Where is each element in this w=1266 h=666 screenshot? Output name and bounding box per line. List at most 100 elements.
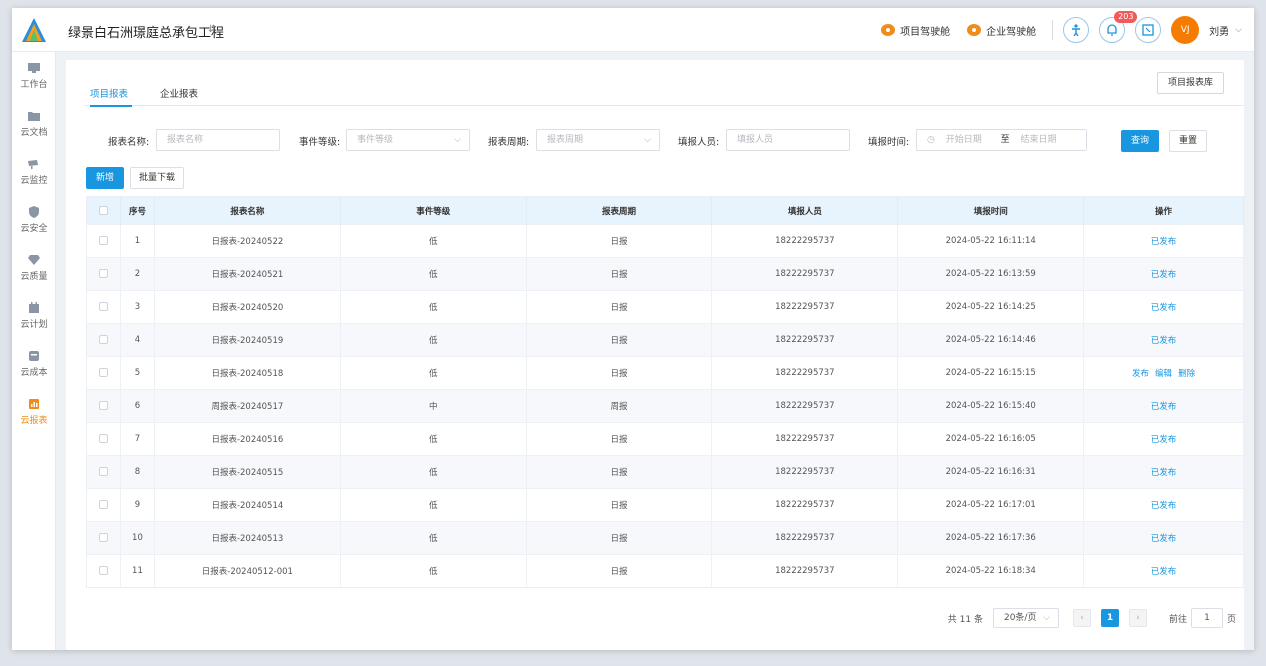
filler-input[interactable]: 填报人员 [726,129,850,151]
accessibility-button[interactable] [1063,17,1090,43]
clock-icon: ◷ [927,135,935,145]
cell-name: 日报表-20240514 [154,488,341,522]
edit-link[interactable]: 编辑 [1155,369,1172,379]
reset-button[interactable]: 重置 [1169,130,1207,152]
row-checkbox[interactable] [98,500,108,509]
row-checkbox[interactable] [98,302,108,311]
cell-period: 日报 [526,257,713,291]
published-link[interactable]: 已发布 [1151,336,1177,346]
project-cockpit-link[interactable]: 项目驾驶舱 [880,23,950,38]
company-cockpit-link[interactable]: 企业驾驶舱 [966,23,1036,38]
report-icon [29,399,39,409]
goto-page-input[interactable]: 1 [1190,608,1223,628]
publish-link[interactable]: 发布 [1132,369,1149,379]
table-row[interactable]: 3 日报表-20240520 低日报 18222295737 2024-05-22 16… [86,290,1244,324]
add-button[interactable]: 新增 [86,167,124,189]
row-checkbox[interactable] [98,467,108,476]
sidebar-item-documents[interactable]: 云文档 [12,100,56,148]
sidebar-item-workbench[interactable]: 工作台 [12,52,56,100]
published-link[interactable]: 已发布 [1151,501,1177,511]
swap-icon[interactable]: ⇵ [208,24,216,35]
published-link[interactable]: 已发布 [1151,567,1177,577]
row-checkbox[interactable] [98,236,108,245]
published-link[interactable]: 已发布 [1151,534,1177,544]
sidebar-item-quality[interactable]: 云质量 [12,244,56,292]
published-link[interactable]: 已发布 [1151,237,1177,247]
row-checkbox[interactable] [98,434,108,443]
date-range-picker[interactable]: ◷ 开始日期 至 结束日期 [916,129,1087,151]
prev-page-button[interactable]: ‹ [1072,609,1091,627]
published-link[interactable]: 已发布 [1151,402,1177,412]
published-link[interactable]: 已发布 [1151,303,1177,313]
sidebar-item-label: 工作台 [20,80,48,90]
cell-filler: 18222295737 [711,554,899,588]
sidebar-item-cost[interactable]: 云成本 [12,340,56,388]
row-checkbox[interactable] [98,533,108,542]
row-select-cell [86,257,121,291]
cell-period: 日报 [526,488,713,522]
chevron-down-icon[interactable]: ⌵ [1235,25,1242,35]
chevron-down-icon: ⌵ [1043,613,1050,623]
next-page-button[interactable]: › [1128,609,1147,627]
notification-button[interactable]: 203 [1099,11,1138,43]
report-name-input[interactable]: 报表名称 [156,129,280,151]
sidebar-item-safety[interactable]: 云安全 [12,196,56,244]
folder-icon [28,112,40,121]
select-all-checkbox[interactable] [98,205,108,215]
notification-badge: 203 [1114,11,1138,23]
table-row[interactable]: 9 日报表-20240514 低日报 18222295737 2024-05-22 16… [86,488,1244,522]
published-link[interactable]: 已发布 [1151,435,1177,445]
bell-icon [1107,24,1117,36]
table-row[interactable]: 1 日报表-20240522 低日报 18222295737 2024-05-22 16… [86,224,1244,258]
row-checkbox[interactable] [98,335,108,344]
table-row[interactable]: 4 日报表-20240519 低日报 18222295737 2024-05-22 16… [86,323,1244,357]
row-checkbox[interactable] [98,566,108,575]
end-date-input[interactable]: 结束日期 [1021,135,1057,145]
table-header-row: 序号 报表名称 事件等级 报表周期 填报人员 填报时间 操作 [86,196,1244,225]
table-row[interactable]: 5 日报表-20240518 低日报 18222295737 2024-05-22 16… [86,356,1244,390]
page-size-select[interactable]: 20条/页 ⌵ [992,608,1059,628]
cell-filler: 18222295737 [711,422,899,456]
start-date-input[interactable]: 开始日期 [946,135,982,145]
row-checkbox[interactable] [98,269,108,278]
published-link[interactable]: 已发布 [1151,270,1177,280]
cell-ops: 已发布 [1083,323,1244,357]
sidebar-item-monitoring[interactable]: 云监控 [12,148,56,196]
table-row[interactable]: 7 日报表-20240516 低日报 18222295737 2024-05-22 16… [86,422,1244,456]
report-library-button[interactable]: 项目报表库 [1156,72,1224,94]
row-select-cell [86,389,121,423]
tab-company-report[interactable]: 企业报表 [160,86,198,100]
cell-name: 日报表-20240521 [154,257,341,291]
sidebar-item-reports[interactable]: 云报表 [12,388,56,436]
cell-ops: 已发布 [1083,488,1244,522]
table-row[interactable]: 11 日报表-20240512-001 低日报 18222295737 2024-05-… [86,554,1244,588]
published-link[interactable]: 已发布 [1151,468,1177,478]
delete-link[interactable]: 删除 [1178,369,1195,379]
cell-period: 日报 [526,356,713,390]
cell-time: 2024-05-22 16:14:46 [897,323,1085,357]
row-checkbox[interactable] [98,368,108,377]
current-page-button[interactable]: 1 [1100,609,1119,627]
cell-period: 周报 [526,389,713,423]
user-name[interactable]: 刘勇 [1209,23,1229,38]
project-title[interactable]: 绿景白石洲璟庭总承包工程 [68,22,224,41]
cell-name: 日报表-20240520 [154,290,341,324]
cell-period: 日报 [526,323,713,357]
search-button[interactable]: 查询 [1121,130,1159,152]
app-logo-icon[interactable] [20,16,48,44]
report-period-select[interactable]: 报表周期 ⌵ [536,129,660,151]
cell-ops: 发布 编辑 删除 [1083,356,1244,390]
table-row[interactable]: 8 日报表-20240515 低日报 18222295737 2024-05-22 16… [86,455,1244,489]
table-row[interactable]: 10 日报表-20240513 低日报 18222295737 2024-05-22 1… [86,521,1244,555]
company-cockpit-label: 企业驾驶舱 [986,26,1037,38]
event-level-select[interactable]: 事件等级 ⌵ [346,129,470,151]
sidebar-item-plan[interactable]: 云计划 [12,292,56,340]
table-row[interactable]: 6 周报表-20240517 中周报 18222295737 2024-05-22 16… [86,389,1244,423]
row-checkbox[interactable] [98,401,108,410]
batch-download-button[interactable]: 批量下载 [130,167,184,189]
cell-period: 日报 [526,455,713,489]
table-row[interactable]: 2 日报表-20240521 低日报 18222295737 2024-05-22 16… [86,257,1244,291]
tab-project-report[interactable]: 项目报表 [90,86,128,100]
avatar[interactable]: VJ [1171,16,1200,44]
fullscreen-button[interactable] [1135,17,1162,43]
